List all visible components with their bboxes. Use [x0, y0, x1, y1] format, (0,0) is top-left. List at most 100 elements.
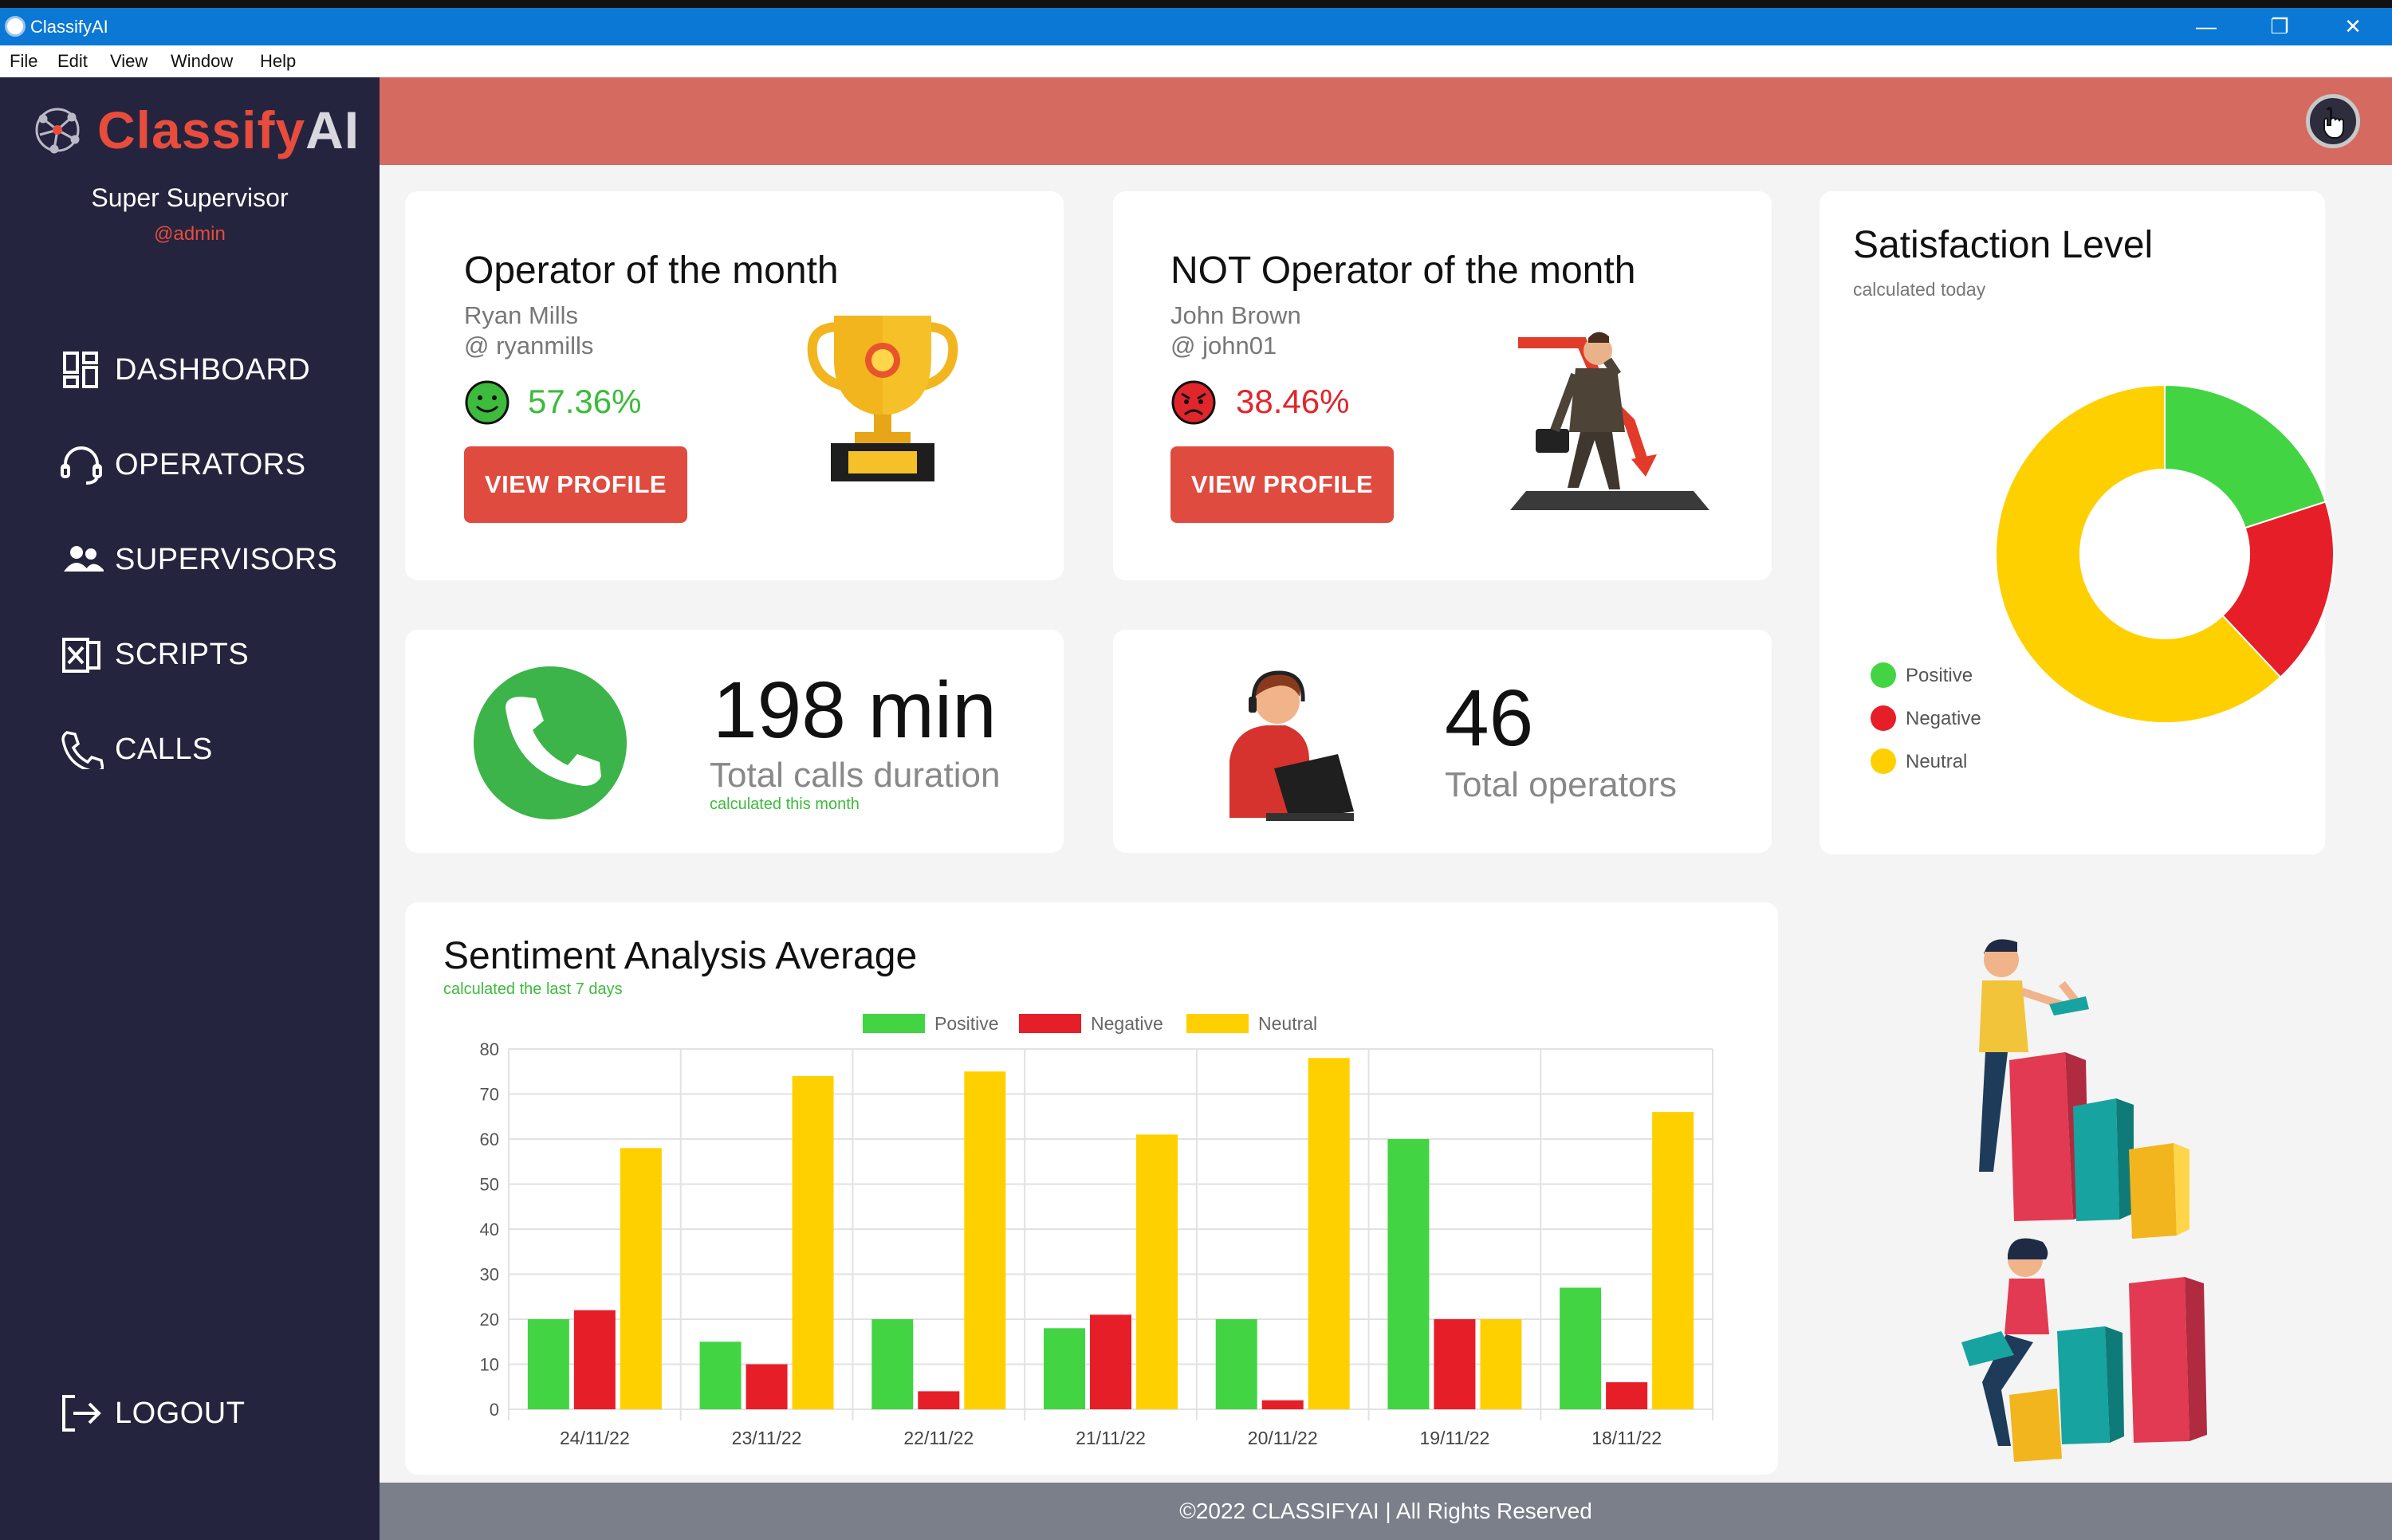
nav-calls-label: CALLS [115, 733, 213, 766]
legend-positive-label: Positive [1906, 665, 1973, 686]
worst-operator-name: John Brown [1170, 301, 1301, 329]
bar-negative[interactable] [573, 1310, 616, 1409]
bar-positive[interactable] [527, 1319, 569, 1409]
bar-positive[interactable] [699, 1342, 742, 1409]
bar-neutral[interactable] [964, 1071, 1006, 1409]
nav-scripts[interactable]: SCRIPTS [59, 630, 362, 678]
legend-label-positive: Positive [934, 1013, 999, 1034]
nav-supervisors-label: SUPERVISORS [115, 543, 338, 576]
people-bars-illustration [1961, 939, 2207, 1462]
operators-total-value: 46 [1445, 674, 1534, 763]
bar-neutral[interactable] [620, 1148, 662, 1409]
user-avatar[interactable] [2306, 94, 2360, 148]
y-tick-label: 10 [480, 1355, 499, 1375]
calls-duration-caption: Total calls duration [710, 756, 1001, 795]
menu-view[interactable]: View [110, 51, 148, 72]
nav-supervisors[interactable]: SUPERVISORS [59, 535, 362, 583]
nav-calls[interactable]: CALLS [59, 725, 362, 772]
operators-total-caption: Total operators [1445, 765, 1678, 804]
legend-neutral-label: Neutral [1906, 751, 1968, 772]
brand-name-part1: Classify [97, 100, 306, 159]
bar-positive[interactable] [1387, 1139, 1430, 1409]
x-tick-label: 22/11/22 [903, 1428, 974, 1448]
bar-positive[interactable] [1044, 1328, 1085, 1409]
donut-slice-positive[interactable] [2164, 383, 2327, 529]
header-bar [380, 77, 2392, 165]
sentiment-bar-chart: Positive Negative Neutral 0 10 20 30 40 50 60 70 80… [480, 1013, 1713, 1448]
headset-icon [61, 446, 102, 485]
y-tick-label: 60 [480, 1129, 499, 1149]
angry-face-icon [1171, 380, 1216, 425]
x-tick-label: 20/11/22 [1248, 1428, 1318, 1448]
menu-window[interactable]: Window [171, 51, 233, 72]
worst-operator-view-profile-button[interactable]: VIEW PROFILE [1170, 446, 1394, 523]
users-icon [64, 546, 104, 572]
close-button[interactable]: ✕ [2333, 11, 2373, 41]
operators-total-card: 46 Total operators [1113, 630, 1772, 853]
y-tick-label: 30 [480, 1265, 499, 1285]
restore-button[interactable]: ❐ [2260, 11, 2300, 41]
satisfaction-donut-chart [1995, 383, 2335, 724]
legend-label-neutral: Neutral [1258, 1013, 1317, 1034]
bar-negative[interactable] [1606, 1382, 1648, 1409]
best-operator-view-profile-button[interactable]: VIEW PROFILE [464, 446, 687, 523]
bar-positive[interactable] [1560, 1287, 1602, 1409]
best-operator-name: Ryan Mills [464, 301, 578, 329]
x-tick-label: 21/11/22 [1076, 1428, 1146, 1448]
legend-label-negative: Negative [1091, 1013, 1163, 1034]
satisfaction-card: Satisfaction Level calculated today Posi… [1820, 191, 2335, 854]
legend-negative-label: Negative [1906, 708, 1981, 729]
phone-call-icon [474, 666, 627, 819]
phone-icon [61, 731, 104, 769]
brand-name-part2: AI [305, 100, 360, 159]
bar-negative[interactable] [1261, 1400, 1304, 1409]
worst-operator-username: @ john01 [1170, 332, 1277, 359]
legend-swatch-neutral [1186, 1014, 1249, 1033]
bar-negative[interactable] [746, 1364, 788, 1410]
trophy-icon [807, 316, 958, 481]
minimize-button[interactable]: — [2186, 11, 2226, 41]
best-operator-score: 57.36% [528, 383, 642, 420]
x-tick-label: 18/11/22 [1591, 1428, 1662, 1448]
bar-negative[interactable] [918, 1391, 960, 1409]
worst-operator-title: NOT Operator of the month [1170, 249, 1636, 292]
legend-negative-swatch [1871, 705, 1896, 731]
bar-negative[interactable] [1434, 1319, 1476, 1409]
bar-positive[interactable] [871, 1319, 914, 1409]
nav-operators[interactable]: OPERATORS [59, 440, 362, 488]
bar-negative[interactable] [1090, 1314, 1131, 1409]
logout-button[interactable]: LOGOUT [59, 1389, 362, 1436]
menu-help[interactable]: Help [260, 51, 296, 72]
legend-swatch-negative [1019, 1014, 1081, 1033]
bar-positive[interactable] [1215, 1319, 1257, 1409]
satisfaction-note: calculated today [1853, 279, 1986, 300]
window-title: ClassifyAI [30, 17, 108, 37]
menu-file[interactable]: File [10, 51, 37, 72]
logo: ClassifyAI [26, 100, 360, 163]
menu-bar: File Edit View Window Help [0, 45, 2392, 77]
y-tick-label: 70 [480, 1085, 499, 1105]
worst-operator-card: NOT Operator of the month John Brown @ j… [1113, 191, 1772, 580]
footer: ©2022 CLASSIFYAI | All Rights Reserved [380, 1483, 2392, 1540]
user-handle: @admin [154, 223, 226, 245]
legend-swatch-positive [863, 1014, 925, 1033]
bar-neutral[interactable] [1308, 1058, 1350, 1409]
bar-neutral[interactable] [1136, 1134, 1178, 1409]
bar-neutral[interactable] [1652, 1112, 1694, 1409]
legend-positive-swatch [1871, 662, 1896, 688]
operator-illustration [1229, 670, 1354, 821]
y-tick-label: 0 [490, 1400, 499, 1420]
nav-scripts-label: SCRIPTS [115, 638, 250, 671]
sentiment-card: Sentiment Analysis Average calculated th… [405, 902, 1778, 1475]
best-operator-username: @ ryanmills [464, 332, 594, 359]
y-tick-label: 20 [480, 1310, 499, 1330]
smile-icon [465, 380, 509, 425]
nav-dashboard[interactable]: DASHBOARD [59, 345, 362, 393]
bar-neutral[interactable] [792, 1075, 834, 1409]
logout-icon [62, 1395, 101, 1432]
excel-file-icon [62, 638, 100, 673]
bar-neutral[interactable] [1480, 1319, 1522, 1409]
calls-duration-value: 198 min [713, 666, 997, 755]
menu-edit[interactable]: Edit [57, 51, 88, 72]
calls-duration-card: 198 min Total calls duration calculated … [405, 630, 1064, 853]
